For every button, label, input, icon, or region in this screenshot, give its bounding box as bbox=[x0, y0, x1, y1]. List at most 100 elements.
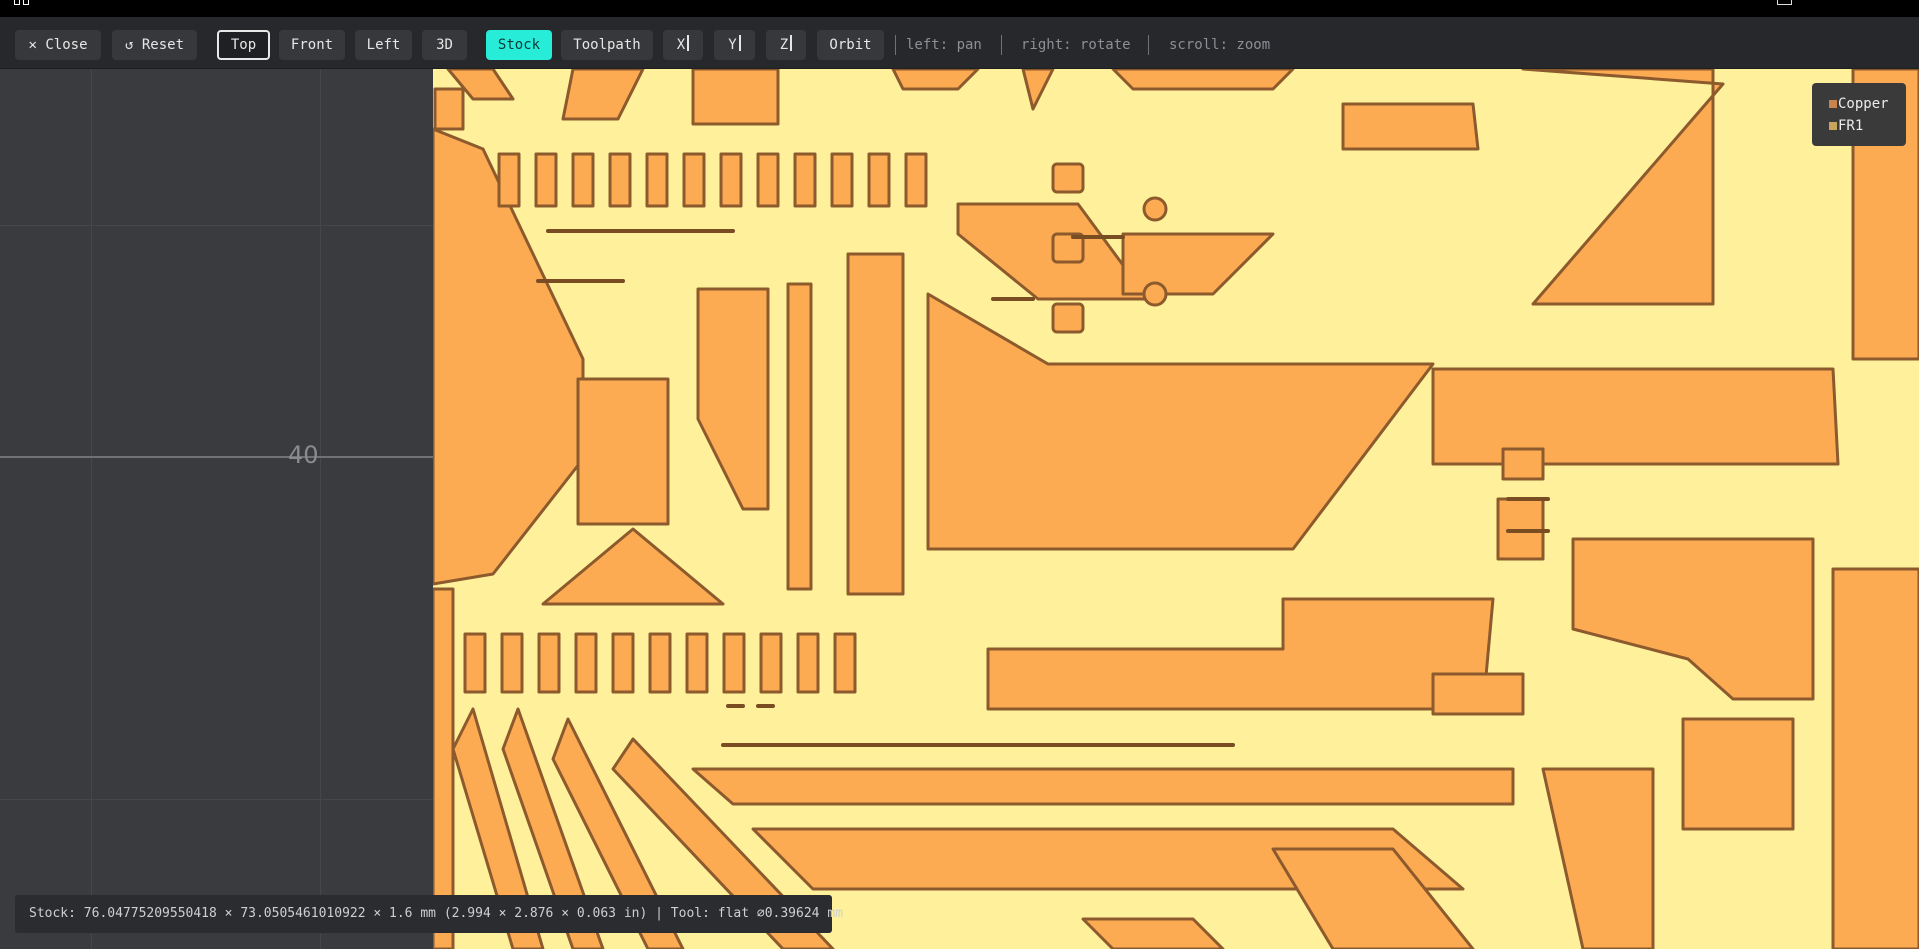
reset-icon: ↺ bbox=[124, 37, 134, 53]
toolbar-divider bbox=[1001, 35, 1002, 55]
axis-x-bar-icon bbox=[687, 35, 690, 51]
copper-pad bbox=[648, 632, 672, 694]
copper-region bbox=[1831, 567, 1919, 949]
orbit-button[interactable]: Orbit bbox=[817, 30, 884, 60]
close-button[interactable]: ✕ Close bbox=[15, 30, 101, 60]
grid-line bbox=[0, 225, 433, 226]
copper-pad bbox=[537, 632, 561, 694]
window-maximize-icon[interactable] bbox=[1777, 0, 1792, 5]
copper-pad bbox=[497, 152, 521, 208]
copper-trace bbox=[433, 87, 465, 131]
stock-mode-label: Stock bbox=[497, 37, 541, 53]
copper-region bbox=[691, 69, 780, 126]
copper-region bbox=[1541, 767, 1655, 949]
copper-pad bbox=[830, 152, 854, 208]
copper-pad bbox=[682, 152, 706, 208]
close-icon: ✕ bbox=[28, 37, 37, 53]
copper-region bbox=[1681, 717, 1795, 831]
copper-via bbox=[1142, 281, 1168, 307]
copper-region bbox=[696, 287, 770, 511]
axis-z-button[interactable]: Z bbox=[766, 30, 806, 60]
grid-axis-line bbox=[0, 456, 433, 458]
copper-pad bbox=[500, 632, 524, 694]
hint-pan: left: pan bbox=[906, 37, 982, 53]
toolpath-mode-button[interactable]: Toolpath bbox=[561, 30, 653, 60]
copper-region bbox=[1341, 102, 1480, 151]
copper-pad bbox=[756, 152, 780, 208]
app-grid-icon[interactable] bbox=[14, 0, 30, 6]
axis-y-label: Y bbox=[728, 37, 737, 53]
copper-region bbox=[1271, 847, 1475, 949]
view-left-button[interactable]: Left bbox=[355, 30, 412, 60]
legend-item-fr1: FR1 bbox=[1829, 115, 1906, 137]
fr1-swatch-icon bbox=[1829, 122, 1837, 130]
close-button-label: Close bbox=[45, 37, 88, 53]
viewer-toolbar: ✕ Close ↺ Reset Top Front Left 3D Stock … bbox=[0, 17, 1919, 69]
copper-region bbox=[926, 292, 1435, 551]
material-legend: Copper FR1 bbox=[1812, 83, 1906, 146]
copper-pad bbox=[608, 152, 632, 208]
copper-pad bbox=[833, 632, 857, 694]
copper-pad bbox=[867, 152, 891, 208]
view-front-button[interactable]: Front bbox=[279, 30, 345, 60]
copper-region bbox=[561, 69, 645, 121]
hint-rotate: right: rotate bbox=[1021, 37, 1131, 53]
copper-region bbox=[1121, 232, 1275, 296]
copper-pad bbox=[1051, 162, 1085, 194]
copper-region bbox=[846, 252, 905, 596]
stock-mode-button[interactable]: Stock bbox=[486, 30, 552, 60]
view-left-label: Left bbox=[366, 37, 401, 53]
copper-region bbox=[891, 69, 980, 91]
pcb-stock-render bbox=[433, 69, 1919, 949]
copper-pad bbox=[759, 632, 783, 694]
copper-pad bbox=[722, 632, 746, 694]
copper-pad bbox=[1501, 447, 1545, 481]
copper-pad bbox=[793, 152, 817, 208]
toolbar-divider bbox=[895, 35, 896, 55]
stock-status-text: Stock: 76.04775209550418 × 73.0505461010… bbox=[29, 906, 843, 921]
grid-viewport-area[interactable]: 40 bbox=[0, 69, 433, 949]
axis-z-label: Z bbox=[779, 37, 789, 53]
view-top-label: Top bbox=[230, 37, 257, 53]
legend-fr1-label: FR1 bbox=[1838, 118, 1864, 134]
copper-region bbox=[1521, 69, 1725, 306]
grid-axis-label: 40 bbox=[288, 441, 319, 469]
copper-pad bbox=[1051, 302, 1085, 334]
copper-region bbox=[1571, 537, 1815, 701]
grid-line bbox=[320, 69, 321, 949]
copper-trace bbox=[691, 767, 1515, 806]
toolpath-mode-label: Toolpath bbox=[573, 37, 641, 53]
axis-x-button[interactable]: X bbox=[663, 30, 703, 60]
copper-pad bbox=[534, 152, 558, 208]
copper-pad bbox=[719, 152, 743, 208]
view-top-button[interactable]: Top bbox=[217, 30, 270, 60]
hint-zoom: scroll: zoom bbox=[1169, 37, 1271, 53]
reset-button[interactable]: ↺ Reset bbox=[112, 30, 197, 60]
copper-pad bbox=[904, 152, 928, 208]
copper-pad bbox=[796, 632, 820, 694]
reset-button-label: Reset bbox=[141, 37, 185, 53]
copper-via bbox=[1142, 196, 1168, 222]
axis-x-label: X bbox=[676, 37, 686, 53]
legend-item-copper: Copper bbox=[1829, 93, 1906, 115]
copper-pad bbox=[574, 632, 598, 694]
copper-swatch-icon bbox=[1829, 100, 1837, 108]
orbit-label: Orbit bbox=[829, 37, 872, 53]
axis-y-button[interactable]: Y bbox=[714, 30, 755, 60]
copper-pad bbox=[571, 152, 595, 208]
grid-line bbox=[0, 799, 433, 800]
copper-pad bbox=[611, 632, 635, 694]
copper-region bbox=[1431, 367, 1840, 466]
toolbar-divider bbox=[1148, 35, 1149, 55]
axis-y-bar-icon bbox=[738, 35, 741, 51]
grid-line bbox=[91, 69, 92, 949]
copper-region bbox=[576, 377, 670, 526]
view-3d-button[interactable]: 3D bbox=[422, 30, 467, 60]
stock-3d-viewport[interactable] bbox=[433, 69, 1919, 949]
copper-region bbox=[541, 527, 725, 606]
stock-status-bar: Stock: 76.04775209550418 × 73.0505461010… bbox=[15, 895, 843, 933]
copper-region bbox=[1431, 672, 1525, 716]
copper-pad bbox=[685, 632, 709, 694]
copper-region bbox=[1081, 917, 1225, 949]
copper-region bbox=[1111, 69, 1295, 91]
